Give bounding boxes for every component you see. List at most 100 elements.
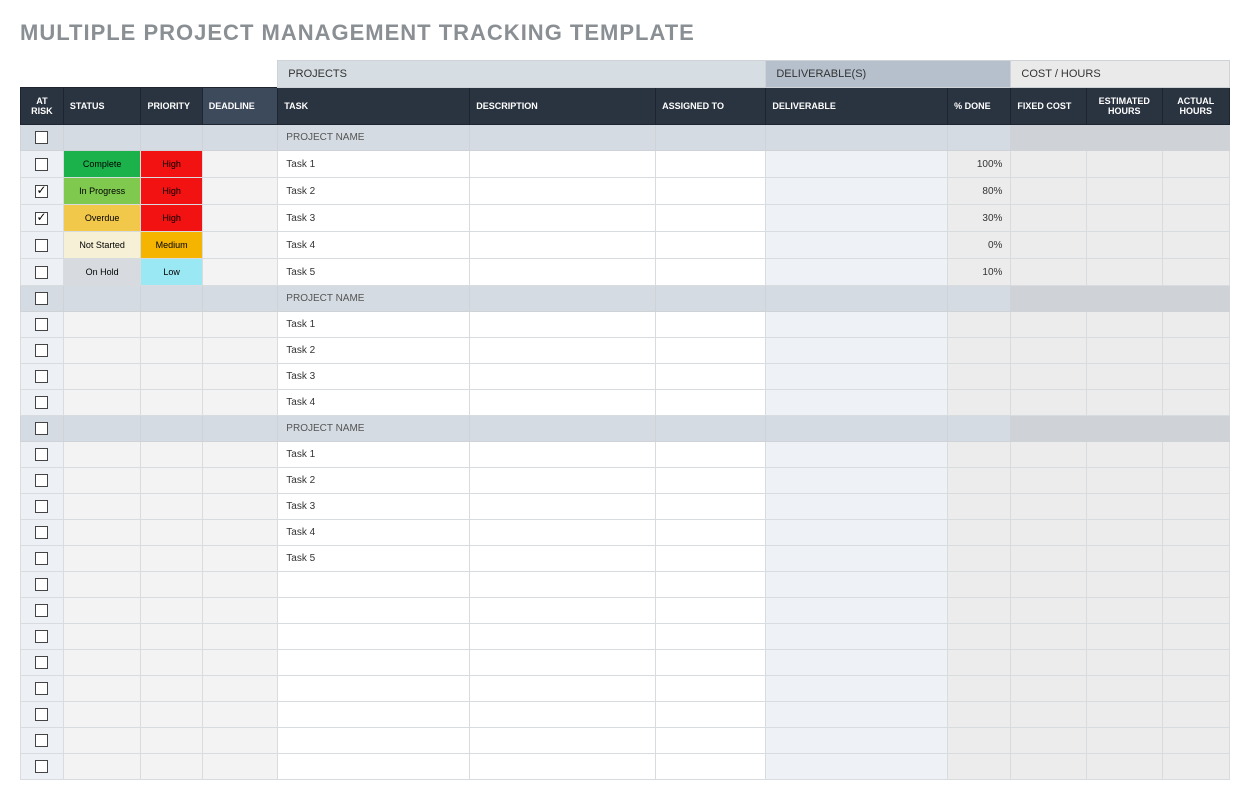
deliverable-cell[interactable]: [766, 151, 948, 178]
priority-cell[interactable]: [141, 546, 202, 572]
description-cell[interactable]: [470, 702, 656, 728]
description-cell[interactable]: [470, 178, 656, 205]
deadline-cell[interactable]: [202, 702, 278, 728]
percent-done-cell[interactable]: [948, 676, 1011, 702]
priority-cell[interactable]: [141, 598, 202, 624]
status-cell[interactable]: [63, 702, 141, 728]
percent-done-cell[interactable]: [948, 650, 1011, 676]
actual-hours-cell[interactable]: [1162, 205, 1229, 232]
est-hours-cell[interactable]: [1086, 728, 1162, 754]
fixed-cost-cell[interactable]: [1011, 572, 1087, 598]
fixed-cost-cell[interactable]: [1011, 178, 1087, 205]
percent-done-cell[interactable]: [948, 728, 1011, 754]
deadline-cell[interactable]: [202, 151, 278, 178]
at-risk-checkbox[interactable]: [35, 370, 48, 383]
deliverable-cell[interactable]: [766, 598, 948, 624]
description-cell[interactable]: [470, 676, 656, 702]
cell[interactable]: [470, 286, 656, 312]
cell[interactable]: [1086, 416, 1162, 442]
fixed-cost-cell[interactable]: [1011, 259, 1087, 286]
fixed-cost-cell[interactable]: [1011, 390, 1087, 416]
description-cell[interactable]: [470, 442, 656, 468]
deliverable-cell[interactable]: [766, 178, 948, 205]
status-cell[interactable]: [63, 598, 141, 624]
percent-done-cell[interactable]: [948, 390, 1011, 416]
deliverable-cell[interactable]: [766, 468, 948, 494]
cell[interactable]: [63, 286, 141, 312]
cell[interactable]: [141, 125, 202, 151]
fixed-cost-cell[interactable]: [1011, 728, 1087, 754]
deadline-cell[interactable]: [202, 390, 278, 416]
fixed-cost-cell[interactable]: [1011, 232, 1087, 259]
priority-cell[interactable]: High: [141, 178, 202, 205]
at-risk-checkbox[interactable]: [35, 212, 48, 225]
percent-done-cell[interactable]: 0%: [948, 232, 1011, 259]
actual-hours-cell[interactable]: [1162, 650, 1229, 676]
task-cell[interactable]: Task 4: [278, 232, 470, 259]
percent-done-cell[interactable]: 100%: [948, 151, 1011, 178]
priority-cell[interactable]: [141, 494, 202, 520]
cell[interactable]: [656, 286, 766, 312]
cell[interactable]: [1162, 125, 1229, 151]
actual-hours-cell[interactable]: [1162, 624, 1229, 650]
status-cell[interactable]: [63, 546, 141, 572]
at-risk-checkbox[interactable]: [35, 500, 48, 513]
description-cell[interactable]: [470, 205, 656, 232]
est-hours-cell[interactable]: [1086, 494, 1162, 520]
task-cell[interactable]: Task 3: [278, 205, 470, 232]
deadline-cell[interactable]: [202, 178, 278, 205]
at-risk-checkbox[interactable]: [35, 630, 48, 643]
cell[interactable]: [141, 416, 202, 442]
est-hours-cell[interactable]: [1086, 520, 1162, 546]
est-hours-cell[interactable]: [1086, 650, 1162, 676]
status-cell[interactable]: [63, 442, 141, 468]
assigned-cell[interactable]: [656, 312, 766, 338]
est-hours-cell[interactable]: [1086, 624, 1162, 650]
deadline-cell[interactable]: [202, 364, 278, 390]
description-cell[interactable]: [470, 572, 656, 598]
assigned-cell[interactable]: [656, 151, 766, 178]
deadline-cell[interactable]: [202, 676, 278, 702]
actual-hours-cell[interactable]: [1162, 364, 1229, 390]
description-cell[interactable]: [470, 546, 656, 572]
deadline-cell[interactable]: [202, 598, 278, 624]
cell[interactable]: PROJECT NAME: [278, 286, 470, 312]
cell[interactable]: PROJECT NAME: [278, 416, 470, 442]
task-cell[interactable]: [278, 676, 470, 702]
cell[interactable]: [470, 416, 656, 442]
description-cell[interactable]: [470, 338, 656, 364]
deadline-cell[interactable]: [202, 205, 278, 232]
priority-cell[interactable]: [141, 338, 202, 364]
deadline-cell[interactable]: [202, 624, 278, 650]
cell[interactable]: [202, 286, 278, 312]
status-cell[interactable]: [63, 494, 141, 520]
fixed-cost-cell[interactable]: [1011, 364, 1087, 390]
fixed-cost-cell[interactable]: [1011, 624, 1087, 650]
actual-hours-cell[interactable]: [1162, 232, 1229, 259]
cell[interactable]: [1011, 286, 1087, 312]
est-hours-cell[interactable]: [1086, 390, 1162, 416]
cell[interactable]: [948, 286, 1011, 312]
deliverable-cell[interactable]: [766, 494, 948, 520]
status-cell[interactable]: [63, 312, 141, 338]
task-cell[interactable]: Task 5: [278, 546, 470, 572]
priority-cell[interactable]: Medium: [141, 232, 202, 259]
assigned-cell[interactable]: [656, 390, 766, 416]
description-cell[interactable]: [470, 650, 656, 676]
assigned-cell[interactable]: [656, 442, 766, 468]
at-risk-checkbox[interactable]: [35, 448, 48, 461]
est-hours-cell[interactable]: [1086, 338, 1162, 364]
actual-hours-cell[interactable]: [1162, 702, 1229, 728]
status-cell[interactable]: Overdue: [63, 205, 141, 232]
assigned-cell[interactable]: [656, 178, 766, 205]
percent-done-cell[interactable]: [948, 702, 1011, 728]
assigned-cell[interactable]: [656, 468, 766, 494]
assigned-cell[interactable]: [656, 364, 766, 390]
percent-done-cell[interactable]: [948, 442, 1011, 468]
deadline-cell[interactable]: [202, 312, 278, 338]
fixed-cost-cell[interactable]: [1011, 546, 1087, 572]
cell[interactable]: [202, 416, 278, 442]
priority-cell[interactable]: [141, 572, 202, 598]
deliverable-cell[interactable]: [766, 676, 948, 702]
priority-cell[interactable]: [141, 624, 202, 650]
